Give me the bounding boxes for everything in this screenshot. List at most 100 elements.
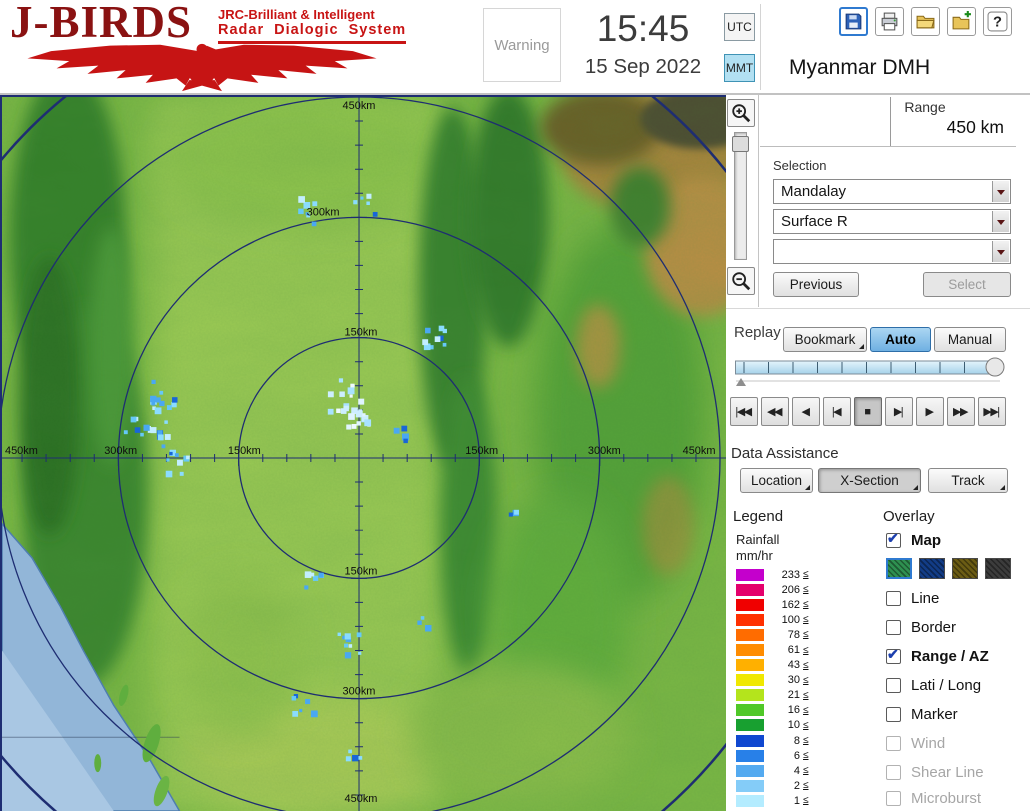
- previous-button[interactable]: Previous: [773, 272, 859, 297]
- overlay-checkbox-line[interactable]: [886, 591, 901, 606]
- legend-row: 21 ≤: [736, 688, 809, 703]
- overlay-item-label: Microburst: [911, 790, 982, 807]
- rain-echo: [401, 425, 408, 432]
- rain-echo: [364, 419, 372, 427]
- site-dropdown-value: Mandalay: [781, 183, 847, 200]
- rain-echo: [350, 383, 355, 388]
- clock-date: 15 Sep 2022: [584, 55, 702, 78]
- overlay-item-map[interactable]: ✔ Map: [886, 530, 941, 549]
- rain-echo: [336, 408, 341, 414]
- overlay-item-range-az[interactable]: ✔ Range / AZ: [886, 646, 989, 665]
- rain-echo: [161, 444, 166, 449]
- rain-echo: [151, 379, 156, 384]
- rain-echo: [344, 643, 349, 648]
- selection-label: Selection: [773, 158, 827, 173]
- zoom-in-button[interactable]: [727, 99, 755, 127]
- playback-step-back-button[interactable]: |◀: [823, 397, 851, 426]
- rain-echo: [344, 652, 352, 659]
- legend-value: 10: [787, 719, 800, 732]
- less-equal-symbol: ≤: [803, 750, 809, 762]
- rain-echo: [344, 633, 351, 640]
- location-button[interactable]: Location: [740, 468, 813, 493]
- legend-unit-line1: Rainfall: [736, 532, 780, 547]
- rain-echo: [177, 459, 183, 466]
- rain-echo: [346, 424, 352, 430]
- rain-echo: [425, 625, 432, 632]
- playback-stop-button[interactable]: ■: [854, 397, 882, 426]
- playback-fast-rewind-button[interactable]: ◀◀: [761, 397, 789, 426]
- rain-echo: [434, 336, 441, 343]
- range-label-450km: 450km: [683, 445, 716, 457]
- rain-echo: [353, 200, 358, 205]
- overlay-checkbox-range-az[interactable]: ✔: [886, 646, 901, 664]
- overlay-checkbox-marker[interactable]: [886, 707, 901, 722]
- overlay-item-border[interactable]: Border: [886, 619, 956, 636]
- overlay-item-microburst: Microburst: [886, 790, 981, 807]
- map-color-swatch-4[interactable]: [985, 558, 1011, 579]
- radar-map[interactable]: 450km 300km 150km 450km 300km 150km 150km 300km…: [0, 95, 726, 811]
- overlay-item-marker[interactable]: Marker: [886, 706, 958, 723]
- map-color-swatch-3[interactable]: [952, 558, 978, 579]
- range-label-150km: 150km: [465, 445, 498, 457]
- rain-echo: [349, 394, 353, 398]
- clock-time: 15:45: [596, 8, 690, 49]
- data-assistance-label: Data Assistance: [731, 445, 839, 462]
- legend-row: 10 ≤: [736, 718, 809, 733]
- legend-row: 61 ≤: [736, 642, 809, 657]
- legend-row: 1 ≤: [736, 793, 809, 808]
- map-color-swatch-1[interactable]: [886, 558, 912, 579]
- playback-play-reverse-button[interactable]: ◀: [792, 397, 820, 426]
- less-equal-symbol: ≤: [803, 735, 809, 747]
- rain-echo: [351, 423, 357, 429]
- legend-row: 16 ≤: [736, 703, 809, 718]
- rain-echo: [169, 451, 173, 456]
- logo-subtitle-line1: JRC-Brilliant & Intelligent: [218, 7, 375, 22]
- overlay-checkbox-lati-long[interactable]: [886, 678, 901, 693]
- rain-echo: [143, 424, 150, 431]
- bookmark-button[interactable]: Bookmark: [783, 327, 867, 352]
- overlay-checkbox-microburst: [886, 791, 901, 806]
- legend-value: 43: [787, 659, 800, 672]
- checkmark-icon: ✔: [887, 530, 899, 546]
- utc-button[interactable]: UTC: [724, 13, 755, 41]
- legend-swatch: [736, 674, 764, 687]
- map-color-swatch-2[interactable]: [919, 558, 945, 579]
- less-equal-symbol: ≤: [803, 614, 809, 626]
- legend-swatch: [736, 583, 764, 596]
- rain-echo: [366, 193, 372, 199]
- less-equal-symbol: ≤: [803, 584, 809, 596]
- rain-echo: [318, 572, 324, 578]
- playback-skip-to-start-button[interactable]: |◀◀: [730, 397, 758, 426]
- rain-echo: [164, 434, 171, 440]
- rain-echo: [140, 432, 144, 437]
- overlay-item-line[interactable]: Line: [886, 590, 939, 607]
- overlay-panel: ✔ Map Line Border ✔ Range / AZ Lati / Long Mark…: [884, 0, 1030, 811]
- overlay-item-label: Shear Line: [911, 764, 984, 781]
- mmt-button[interactable]: MMT: [724, 54, 755, 82]
- rain-echo: [358, 756, 363, 760]
- legend-row: 78 ≤: [736, 627, 809, 642]
- legend-value: 233: [781, 568, 800, 581]
- rain-echo: [339, 391, 345, 397]
- save-button[interactable]: [839, 7, 868, 36]
- overlay-checkbox-border[interactable]: [886, 620, 901, 635]
- legend-row: 100 ≤: [736, 612, 809, 627]
- rain-echo: [155, 397, 161, 403]
- legend-row: 162 ≤: [736, 597, 809, 612]
- rain-echo: [186, 455, 190, 460]
- overlay-item-lati-long[interactable]: Lati / Long: [886, 677, 981, 694]
- legend-swatch: [736, 764, 764, 777]
- rain-echo: [508, 512, 513, 517]
- rain-echo: [372, 211, 378, 217]
- rain-echo: [298, 208, 304, 215]
- overlay-checkbox-map[interactable]: ✔: [886, 530, 901, 548]
- overlay-item-label: Line: [911, 590, 940, 607]
- checkmark-icon: ✔: [887, 646, 899, 662]
- rain-echo: [358, 651, 362, 655]
- radar-map-canvas[interactable]: 450km 300km 150km 450km 300km 150km 150km 300km…: [2, 97, 726, 811]
- rain-echo: [352, 754, 359, 762]
- rain-echo: [179, 471, 184, 476]
- zoom-out-button[interactable]: [727, 267, 755, 295]
- rain-echo: [304, 585, 309, 590]
- zoom-slider-thumb[interactable]: [732, 136, 749, 152]
